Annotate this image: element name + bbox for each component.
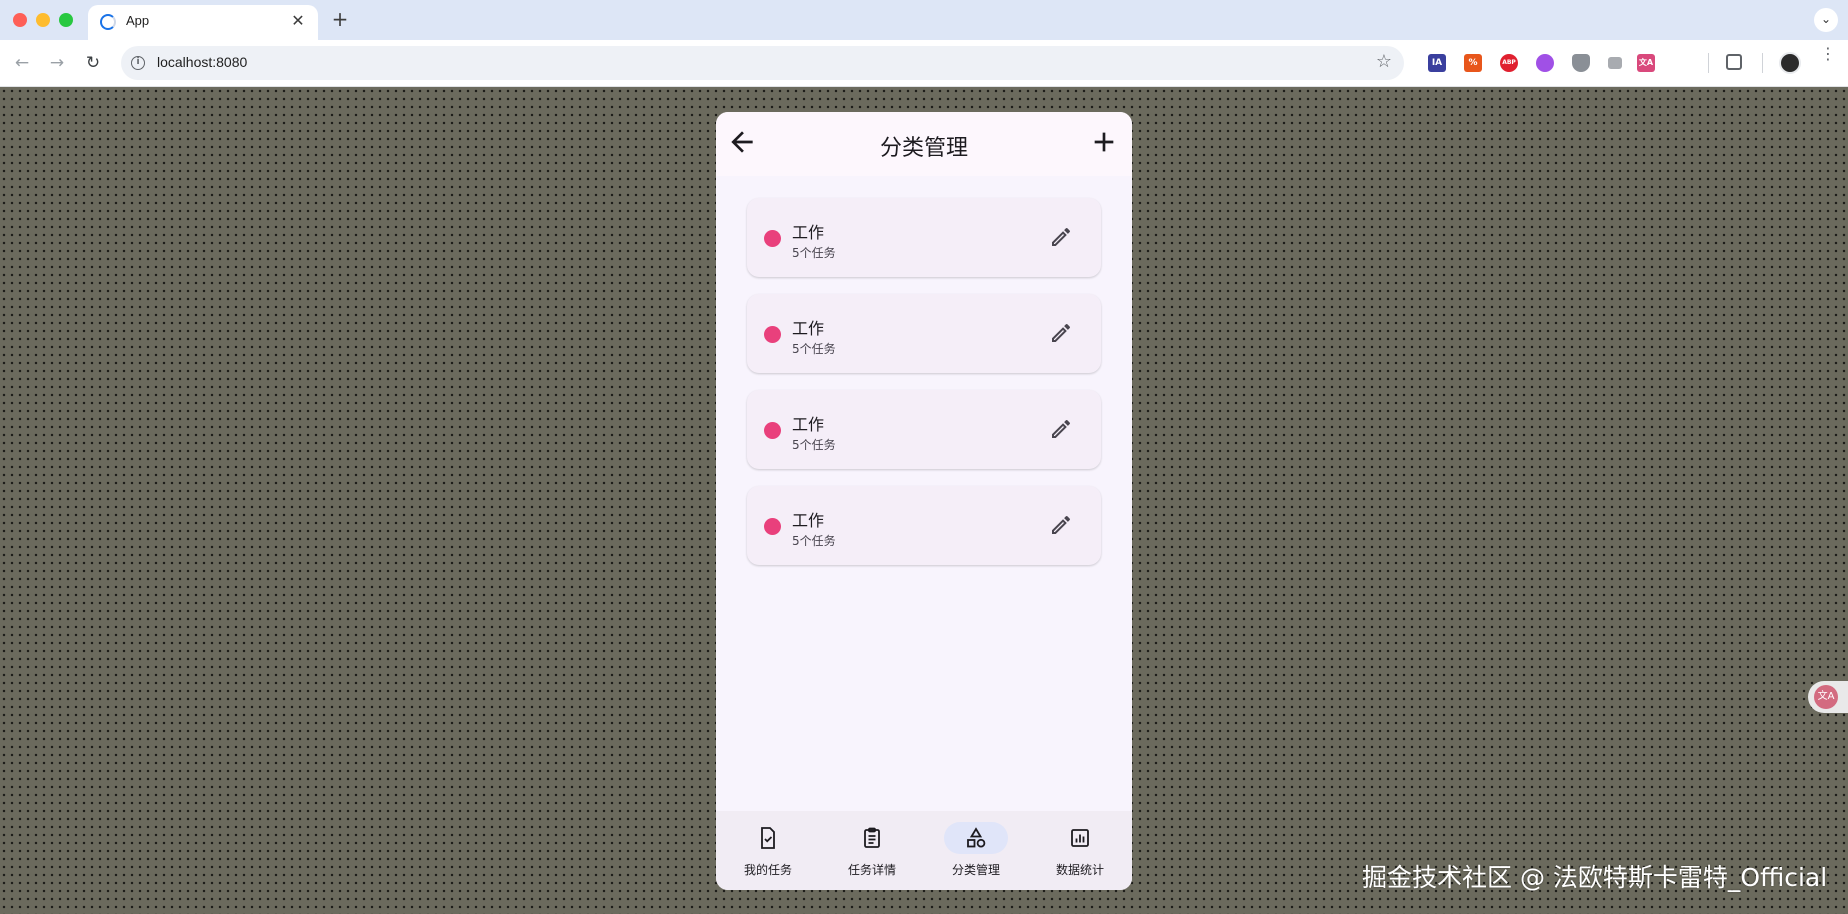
ia-extension-icon[interactable]: IA [1428, 54, 1446, 72]
nav-item-category-management[interactable]: 分类管理 [924, 811, 1028, 890]
gray-extension-icon[interactable] [1608, 57, 1622, 69]
chart-icon [1071, 829, 1089, 847]
translate-float-widget[interactable]: 文A [1808, 681, 1848, 713]
translate-icon: 文A [1814, 685, 1838, 709]
url-text[interactable]: localhost:8080 [157, 54, 247, 70]
category-task-count: 5个任务 [792, 246, 836, 260]
category-color-dot [764, 422, 781, 439]
category-shapes-icon [967, 827, 986, 848]
tab-close-icon[interactable]: ✕ [288, 11, 308, 31]
forward-arrow-icon[interactable]: → [45, 51, 69, 75]
purple-extension-icon[interactable] [1536, 54, 1554, 72]
maximize-window-button[interactable] [59, 13, 73, 27]
clipboard-icon [864, 827, 880, 848]
close-window-button[interactable] [13, 13, 27, 27]
minimize-window-button[interactable] [36, 13, 50, 27]
site-info-icon[interactable]: i [131, 56, 145, 70]
reload-icon[interactable]: ↻ [81, 51, 105, 75]
profile-avatar[interactable] [1779, 52, 1801, 74]
toolbar-divider [1762, 53, 1763, 73]
nav-label: 任务详情 [847, 863, 896, 877]
browser-tab-bar: App ✕ + ⌄ [0, 0, 1848, 40]
app-bar: 分类管理 [716, 112, 1132, 176]
category-card[interactable]: 工作 5个任务 [747, 486, 1101, 565]
category-color-dot [764, 518, 781, 535]
adblock-extension-icon[interactable]: ABP [1500, 54, 1518, 72]
add-category-icon[interactable] [1088, 126, 1120, 158]
category-color-dot [764, 326, 781, 343]
shield-extension-icon[interactable] [1572, 54, 1590, 72]
tab-search-button[interactable]: ⌄ [1814, 8, 1838, 32]
nav-item-task-details[interactable]: 任务详情 [820, 811, 924, 890]
loading-spinner-icon [100, 14, 116, 30]
category-name: 工作 [792, 511, 825, 530]
app-frame: 分类管理 工作 5个任务 工作 5个任务 工作 5个任务 工作 5个任务 我的任… [716, 112, 1132, 890]
page-title: 分类管理 [879, 136, 968, 161]
browser-toolbar: ← → ↻ i localhost:8080 ☆ IA % ABP 文A ⋮ [0, 40, 1848, 87]
watermark: 掘金技术社区 @ 法欧特斯卡雷特_Official [1362, 863, 1828, 892]
back-arrow-icon[interactable]: ← [10, 51, 34, 75]
task-check-icon [761, 827, 775, 849]
nav-label: 数据统计 [1055, 863, 1104, 877]
category-name: 工作 [792, 415, 825, 434]
edit-pencil-icon[interactable] [1049, 225, 1073, 249]
browser-menu-icon[interactable]: ⋮ [1820, 46, 1836, 62]
edit-pencil-icon[interactable] [1049, 321, 1073, 345]
tab-title: App [126, 13, 150, 28]
nav-item-my-tasks[interactable]: 我的任务 [716, 811, 820, 890]
percent-extension-icon[interactable]: % [1464, 54, 1482, 72]
translate-extension-icon[interactable]: 文A [1637, 54, 1655, 72]
category-name: 工作 [792, 223, 825, 242]
category-card[interactable]: 工作 5个任务 [747, 294, 1101, 373]
browser-tab[interactable]: App ✕ [88, 5, 318, 40]
nav-label: 分类管理 [951, 863, 1000, 877]
nav-item-statistics[interactable]: 数据统计 [1028, 811, 1132, 890]
category-card[interactable]: 工作 5个任务 [747, 198, 1101, 277]
nav-label: 我的任务 [743, 863, 792, 877]
category-task-count: 5个任务 [792, 342, 836, 356]
new-tab-button[interactable]: + [328, 8, 352, 32]
category-card[interactable]: 工作 5个任务 [747, 390, 1101, 469]
category-task-count: 5个任务 [792, 438, 836, 452]
puzzle-extensions-icon[interactable] [1673, 54, 1691, 72]
address-bar[interactable]: i localhost:8080 ☆ [121, 46, 1404, 80]
bookmark-star-icon[interactable]: ☆ [1376, 51, 1392, 72]
edit-pencil-icon[interactable] [1049, 417, 1073, 441]
toolbar-divider [1708, 53, 1709, 73]
edit-pencil-icon[interactable] [1049, 513, 1073, 537]
qr-code-icon[interactable] [1726, 54, 1742, 70]
category-color-dot [764, 230, 781, 247]
bottom-navigation: 我的任务 任务详情 分类管理 数据统计 [716, 811, 1132, 890]
category-task-count: 5个任务 [792, 534, 836, 548]
category-name: 工作 [792, 319, 825, 338]
